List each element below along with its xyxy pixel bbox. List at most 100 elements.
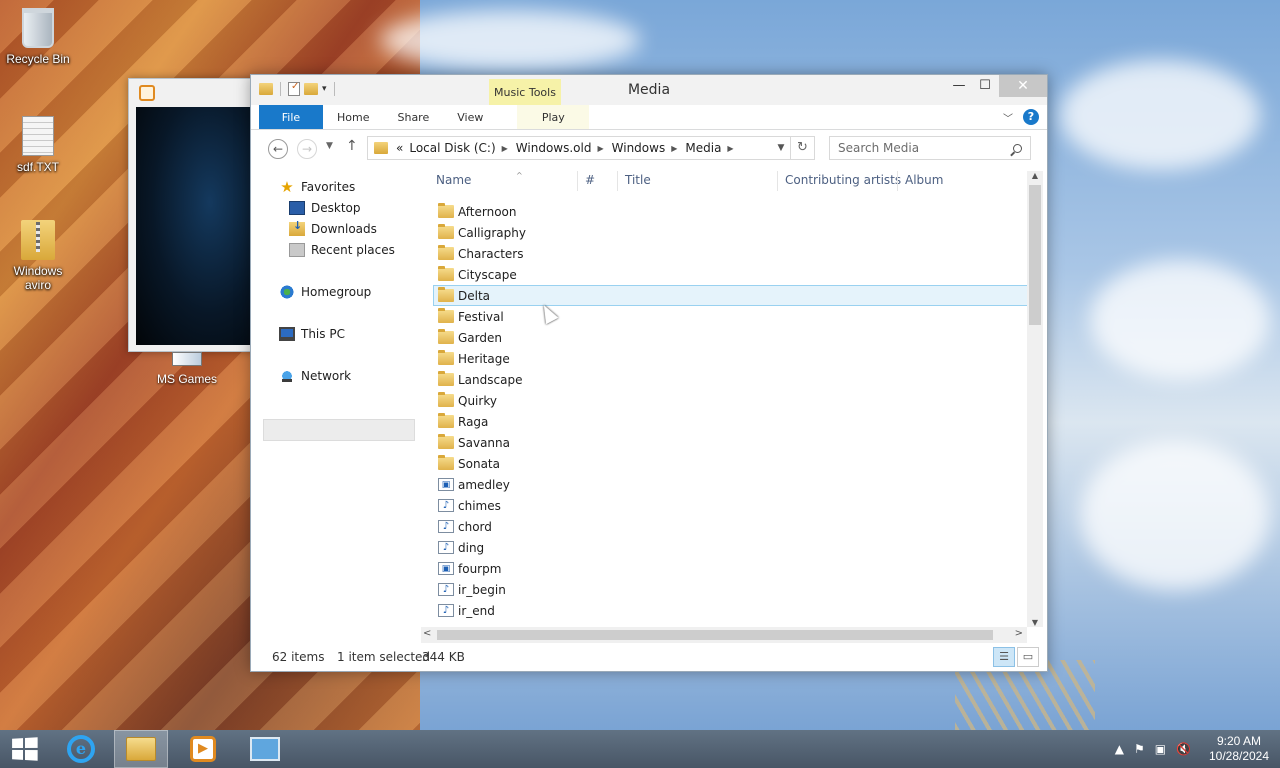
start-button[interactable] xyxy=(0,730,48,768)
scrollbar-thumb[interactable] xyxy=(437,630,993,640)
taskbar-file-explorer[interactable] xyxy=(114,730,168,768)
breadcrumb-overflow[interactable]: « xyxy=(396,141,403,155)
nav-this-pc[interactable]: This PC xyxy=(279,324,345,344)
breadcrumb-windows[interactable]: Windows xyxy=(612,141,666,155)
clock[interactable]: 9:20 AM 10/28/2024 xyxy=(1202,734,1276,764)
list-item[interactable]: Heritage xyxy=(421,348,1021,369)
tab-home[interactable]: Home xyxy=(323,105,383,129)
folder-icon xyxy=(438,308,454,323)
selection-size: 344 KB xyxy=(422,650,465,664)
list-item[interactable]: Savanna xyxy=(421,432,1021,453)
tab-play[interactable]: Play xyxy=(517,105,590,129)
list-item[interactable]: Raga xyxy=(421,411,1021,432)
list-item[interactable]: Afternoon xyxy=(421,201,1021,222)
scroll-up-arrow-icon[interactable]: ▲ xyxy=(1027,171,1043,180)
list-item[interactable]: Sonata xyxy=(421,453,1021,474)
breadcrumb-media[interactable]: Media xyxy=(685,141,721,155)
nav-downloads[interactable]: Downloads xyxy=(289,219,377,239)
horizontal-scrollbar[interactable]: < > xyxy=(421,627,1027,643)
taskbar-control-panel[interactable] xyxy=(236,730,294,768)
list-item[interactable]: ir_begin xyxy=(421,579,1021,600)
search-input[interactable] xyxy=(838,141,1013,155)
chevron-right-icon[interactable]: ▶ xyxy=(502,144,508,153)
column-divider[interactable] xyxy=(577,171,578,191)
list-item[interactable]: chord xyxy=(421,516,1021,537)
tab-view[interactable]: View xyxy=(443,105,497,129)
column-divider[interactable] xyxy=(897,171,898,191)
flag-icon[interactable]: ⚑ xyxy=(1134,742,1145,756)
chevron-right-icon[interactable]: ▶ xyxy=(597,144,603,153)
scroll-left-arrow-icon[interactable]: < xyxy=(423,628,431,639)
nav-homegroup[interactable]: Homegroup xyxy=(279,282,371,302)
minimize-button[interactable]: — xyxy=(945,75,973,97)
video-display xyxy=(136,107,259,345)
list-item-selected[interactable]: Delta xyxy=(433,285,1029,306)
list-item[interactable]: Calligraphy xyxy=(421,222,1021,243)
file-name: Characters xyxy=(458,246,524,261)
volume-muted-icon[interactable]: 🔇 xyxy=(1176,742,1191,756)
nav-favorites[interactable]: ★ Favorites xyxy=(279,177,355,197)
list-item[interactable]: Quirky xyxy=(421,390,1021,411)
up-button[interactable]: ↑ xyxy=(346,138,358,154)
breadcrumb-windows-old[interactable]: Windows.old xyxy=(516,141,592,155)
desktop-icon-windows-aviro[interactable]: Windows aviro xyxy=(2,220,74,292)
network-status-icon[interactable]: ▣ xyxy=(1155,742,1166,756)
show-hidden-icons-icon[interactable]: ▲ xyxy=(1115,742,1124,756)
scrollbar-thumb[interactable] xyxy=(1029,185,1041,325)
refresh-button[interactable]: ↻ xyxy=(791,136,815,160)
forward-button[interactable]: → xyxy=(297,139,317,159)
system-tray: ▲ ⚑ ▣ 🔇 9:20 AM 10/28/2024 xyxy=(1110,730,1280,768)
list-item[interactable]: Cityscape xyxy=(421,264,1021,285)
details-view-button[interactable]: ☰ xyxy=(993,647,1015,667)
scroll-down-arrow-icon[interactable]: ▼ xyxy=(1027,618,1043,627)
desktop-icon xyxy=(289,201,305,215)
list-item[interactable]: Festival xyxy=(421,306,1021,327)
vertical-scrollbar[interactable]: ▲ ▼ xyxy=(1027,171,1043,627)
chevron-right-icon[interactable]: ▶ xyxy=(727,144,733,153)
column-header-title[interactable]: Title xyxy=(625,173,651,193)
expand-ribbon-chevron-icon[interactable]: ﹀ xyxy=(1003,110,1013,125)
list-item[interactable]: ding xyxy=(421,537,1021,558)
scroll-right-arrow-icon[interactable]: > xyxy=(1015,628,1023,639)
list-item[interactable]: fourpm xyxy=(421,558,1021,579)
search-icon[interactable] xyxy=(1013,143,1022,153)
taskbar-media-player[interactable]: ▶ xyxy=(174,730,232,768)
breadcrumb-local-disk[interactable]: Local Disk (C:) xyxy=(409,141,495,155)
column-divider[interactable] xyxy=(777,171,778,191)
taskbar-internet-explorer[interactable]: e xyxy=(52,730,110,768)
list-item[interactable]: Garden xyxy=(421,327,1021,348)
tab-share[interactable]: Share xyxy=(383,105,443,129)
list-item[interactable]: amedley xyxy=(421,474,1021,495)
tab-file[interactable]: File xyxy=(259,105,323,129)
clock-date: 10/28/2024 xyxy=(1208,749,1270,763)
address-bar[interactable]: « Local Disk (C:) ▶ Windows.old ▶ Window… xyxy=(367,136,791,160)
chevron-right-icon[interactable]: ▶ xyxy=(671,144,677,153)
nav-desktop[interactable]: Desktop xyxy=(289,198,361,218)
address-dropdown-icon[interactable]: ▼ xyxy=(772,143,790,153)
back-button[interactable]: ← xyxy=(268,139,288,159)
list-item[interactable]: Characters xyxy=(421,243,1021,264)
help-icon[interactable]: ? xyxy=(1023,109,1039,125)
column-label: Name xyxy=(436,173,472,187)
nav-recent-places[interactable]: Recent places xyxy=(289,240,395,260)
desktop-icon-sdf-txt[interactable]: sdf.TXT xyxy=(2,116,74,174)
close-button[interactable]: ✕ xyxy=(999,75,1047,97)
large-icons-view-button[interactable]: ▭ xyxy=(1017,647,1039,667)
column-divider[interactable] xyxy=(617,171,618,191)
column-header-album[interactable]: Album xyxy=(905,173,943,193)
maximize-button[interactable]: ☐ xyxy=(971,75,999,97)
list-item[interactable]: ir_end xyxy=(421,600,1021,621)
column-header-contributing-artists[interactable]: Contributing artists xyxy=(785,173,901,193)
column-header-name[interactable]: ^ Name xyxy=(436,171,523,193)
column-header-number[interactable]: # xyxy=(585,173,595,193)
media-player-window[interactable] xyxy=(128,78,259,352)
list-item[interactable]: chimes xyxy=(421,495,1021,516)
recent-locations-dropdown-icon[interactable]: ▼ xyxy=(326,141,333,151)
nav-network[interactable]: Network xyxy=(279,366,351,386)
list-item[interactable]: Landscape xyxy=(421,369,1021,390)
desktop-icon-recycle-bin[interactable]: Recycle Bin xyxy=(2,8,74,66)
search-box[interactable] xyxy=(829,136,1031,160)
desktop-icon-ms-games[interactable]: MS Games xyxy=(150,352,224,386)
media-player-icon: ▶ xyxy=(190,736,216,762)
title-bar[interactable]: ▾ Music Tools Media — ☐ ✕ xyxy=(251,75,1047,105)
